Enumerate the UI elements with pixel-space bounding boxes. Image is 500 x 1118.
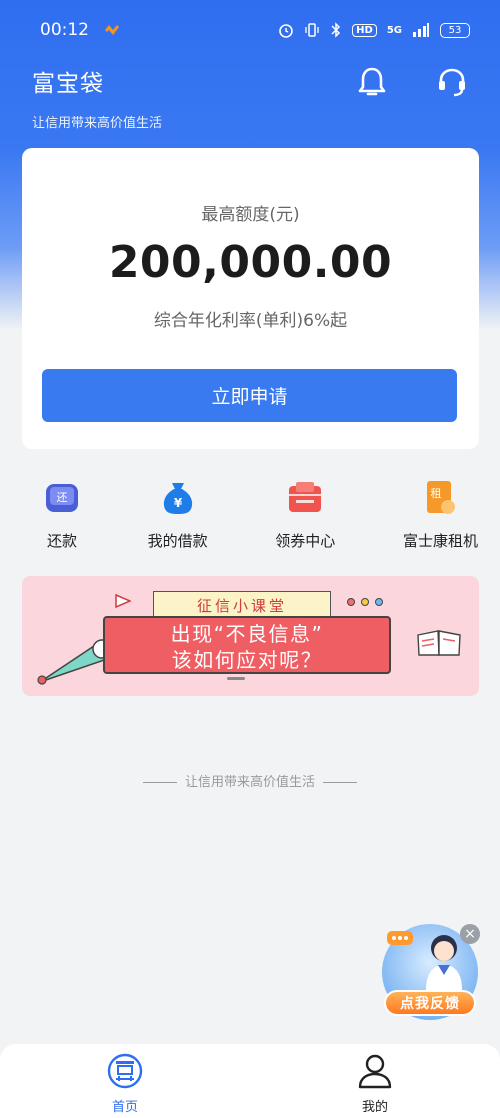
banner-page-indicator — [227, 677, 245, 680]
home-icon — [106, 1052, 144, 1090]
battery-indicator: 53 — [440, 22, 470, 38]
banner-headline: 出现“不良信息” 该如何应对呢？ — [103, 616, 391, 674]
banner-top-label: 征信小课堂 — [153, 591, 331, 619]
coupon-icon — [287, 480, 323, 516]
hd-badge: HD — [352, 23, 377, 37]
apply-now-button[interactable]: 立即申请 — [42, 369, 457, 422]
play-arrow-icon — [115, 594, 131, 608]
credit-limit-card: 最高额度(元) 200,000.00 综合年化利率(单利)6%起 立即申请 — [22, 148, 479, 449]
header-actions — [354, 64, 470, 100]
chat-bubble-icon — [387, 931, 413, 945]
bell-icon[interactable] — [354, 64, 390, 100]
quick-actions: 还 还款 ¥ 我的借款 领券中心 租 富士康租机 — [0, 480, 500, 560]
banner-headline-line2: 该如何应对呢？ — [171, 648, 323, 672]
banner-dot — [375, 598, 383, 606]
app-header: 富宝袋 让信用带来高价值生活 — [32, 64, 162, 131]
feedback-label: 点我反馈 — [384, 990, 476, 1016]
banner-dot — [361, 598, 369, 606]
status-bar: 00:12 HD 5G 53 — [0, 0, 500, 60]
app-subtitle: 让信用带来高价值生活 — [32, 116, 163, 131]
credit-class-banner[interactable]: 征信小课堂 出现“不良信息” 该如何应对呢？ — [22, 576, 479, 696]
network-label: 5G — [386, 24, 402, 36]
footer-slogan: 让信用带来高价值生活 — [0, 771, 500, 790]
banner-dot — [347, 598, 355, 606]
tab-label: 首页 — [111, 1100, 138, 1115]
svg-text:¥: ¥ — [173, 496, 182, 510]
quick-action-label: 领券中心 — [275, 532, 336, 550]
banner-headline-line1: 出现“不良信息” — [170, 622, 324, 646]
quick-action-label: 富士康租机 — [402, 532, 478, 550]
headset-icon[interactable] — [434, 64, 470, 100]
credit-limit-amount: 200,000.00 — [108, 237, 393, 288]
quick-action-repay[interactable]: 还 还款 — [44, 480, 80, 560]
quick-action-coupons[interactable]: 领券中心 — [275, 480, 335, 560]
status-time: 00:12 — [40, 20, 89, 40]
app-notification-icon — [105, 25, 119, 35]
quick-action-label: 还款 — [46, 532, 77, 550]
svg-text:租: 租 — [431, 487, 442, 500]
app-title: 富宝袋 — [32, 71, 104, 97]
vibrate-icon — [305, 23, 319, 37]
feedback-widget[interactable]: × 点我反馈 — [380, 922, 480, 1022]
rent-phone-icon: 租 — [422, 480, 458, 516]
feedback-close-icon[interactable]: × — [460, 924, 480, 944]
alarm-icon — [279, 24, 293, 38]
bluetooth-icon — [331, 22, 341, 38]
profile-icon — [356, 1052, 394, 1090]
credit-limit-label: 最高额度(元) — [201, 205, 300, 225]
tab-home[interactable]: 首页 — [65, 1044, 185, 1118]
tab-label: 我的 — [361, 1100, 388, 1115]
quick-action-label: 我的借款 — [147, 532, 208, 550]
tab-mine[interactable]: 我的 — [315, 1044, 435, 1118]
interest-rate-text: 综合年化利率(单利)6%起 — [153, 311, 348, 331]
svg-text:还: 还 — [57, 491, 68, 504]
quick-action-my-loans[interactable]: ¥ 我的借款 — [148, 480, 208, 560]
repay-icon: 还 — [44, 480, 80, 516]
money-bag-icon: ¥ — [160, 480, 196, 516]
quick-action-rent-phone[interactable]: 租 富士康租机 — [403, 480, 478, 560]
signal-icon — [413, 23, 429, 37]
book-icon — [417, 630, 461, 656]
bottom-tab-bar: 首页 我的 — [0, 1044, 500, 1118]
